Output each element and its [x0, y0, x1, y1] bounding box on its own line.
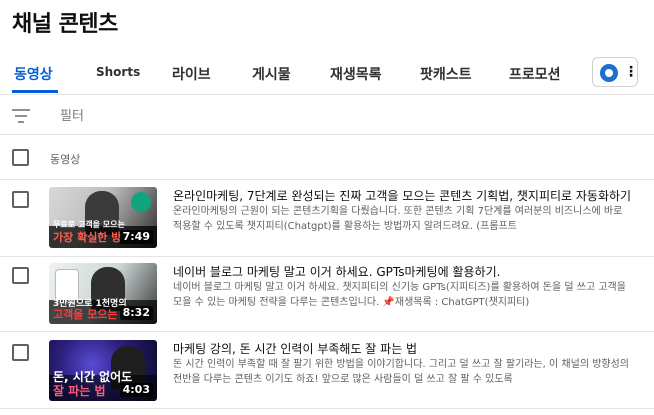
divider	[0, 408, 654, 409]
table-row[interactable]: 3만원으로 1천명의 고객을 모으는 8:32 네이버 블로그 마케팅 말고 이…	[0, 257, 654, 331]
video-title[interactable]: 네이버 블로그 마케팅 말고 이거 하세요. GPTs마케팅에 활용하기.	[173, 263, 633, 280]
thumbnail-caption: 고객을 모으는	[53, 308, 118, 321]
table-row[interactable]: 무료로 고객을 모으는 가장 확실한 방 7:49 온라인마케팅, 7단계로 완…	[0, 181, 654, 255]
filter-input[interactable]	[60, 106, 460, 126]
active-tab-indicator	[12, 90, 58, 93]
divider	[0, 179, 654, 180]
row-checkbox[interactable]	[12, 191, 29, 208]
video-title[interactable]: 마케팅 강의, 돈 시간 인력이 부족해도 잘 파는 법	[173, 340, 633, 357]
video-description: 네이버 블로그 마케팅 말고 이거 하세요. 챗지피티의 신기능 GPTs(지피…	[173, 282, 626, 308]
select-all-checkbox[interactable]	[12, 149, 29, 166]
video-duration: 7:49	[119, 230, 153, 244]
video-duration: 4:03	[119, 383, 153, 397]
tab-bar: 동영상 Shorts 라이브 게시물 재생목록 팟캐스트 프로모션	[0, 56, 654, 94]
filter-icon[interactable]	[12, 109, 30, 123]
video-thumbnail[interactable]: 돈, 시간 없어도 잘 파는 법 4:03	[49, 340, 157, 401]
divider	[0, 94, 654, 95]
more-vert-icon: ⋮	[624, 64, 638, 80]
divider	[0, 331, 654, 332]
channel-menu-button[interactable]: ⋮	[592, 57, 638, 87]
thumbnail-caption: 잘 파는 법	[53, 384, 106, 398]
video-title[interactable]: 온라인마케팅, 7단계로 완성되는 진짜 고객을 모으는 콘텐츠 기획법, 챗지…	[173, 187, 633, 204]
chatgpt-logo-icon	[131, 192, 151, 212]
thumbnail-caption: 가장 확실한 방	[53, 231, 122, 244]
video-description: 온라인마케팅의 근원이 되는 콘텐츠기획을 다뤘습니다. 또한 콘텐츠 기획 7…	[173, 206, 623, 232]
channel-logo-icon	[600, 64, 618, 82]
table-row[interactable]: 돈, 시간 없어도 잘 파는 법 4:03 마케팅 강의, 돈 시간 인력이 부…	[0, 334, 654, 408]
column-header-video: 동영상	[50, 153, 81, 166]
video-duration: 8:32	[119, 306, 153, 320]
video-description: 돈 시간 인력이 부족할 때 잘 팔기 위한 방법을 이야기합니다. 그리고 덜…	[173, 359, 629, 385]
table-header: 동영상	[0, 135, 654, 179]
video-thumbnail[interactable]: 무료로 고객을 모으는 가장 확실한 방 7:49	[49, 187, 157, 248]
row-checkbox[interactable]	[12, 267, 29, 284]
page-title: 채널 콘텐츠	[12, 12, 118, 37]
video-thumbnail[interactable]: 3만원으로 1천명의 고객을 모으는 8:32	[49, 263, 157, 324]
filter-bar	[0, 96, 654, 134]
row-checkbox[interactable]	[12, 344, 29, 361]
